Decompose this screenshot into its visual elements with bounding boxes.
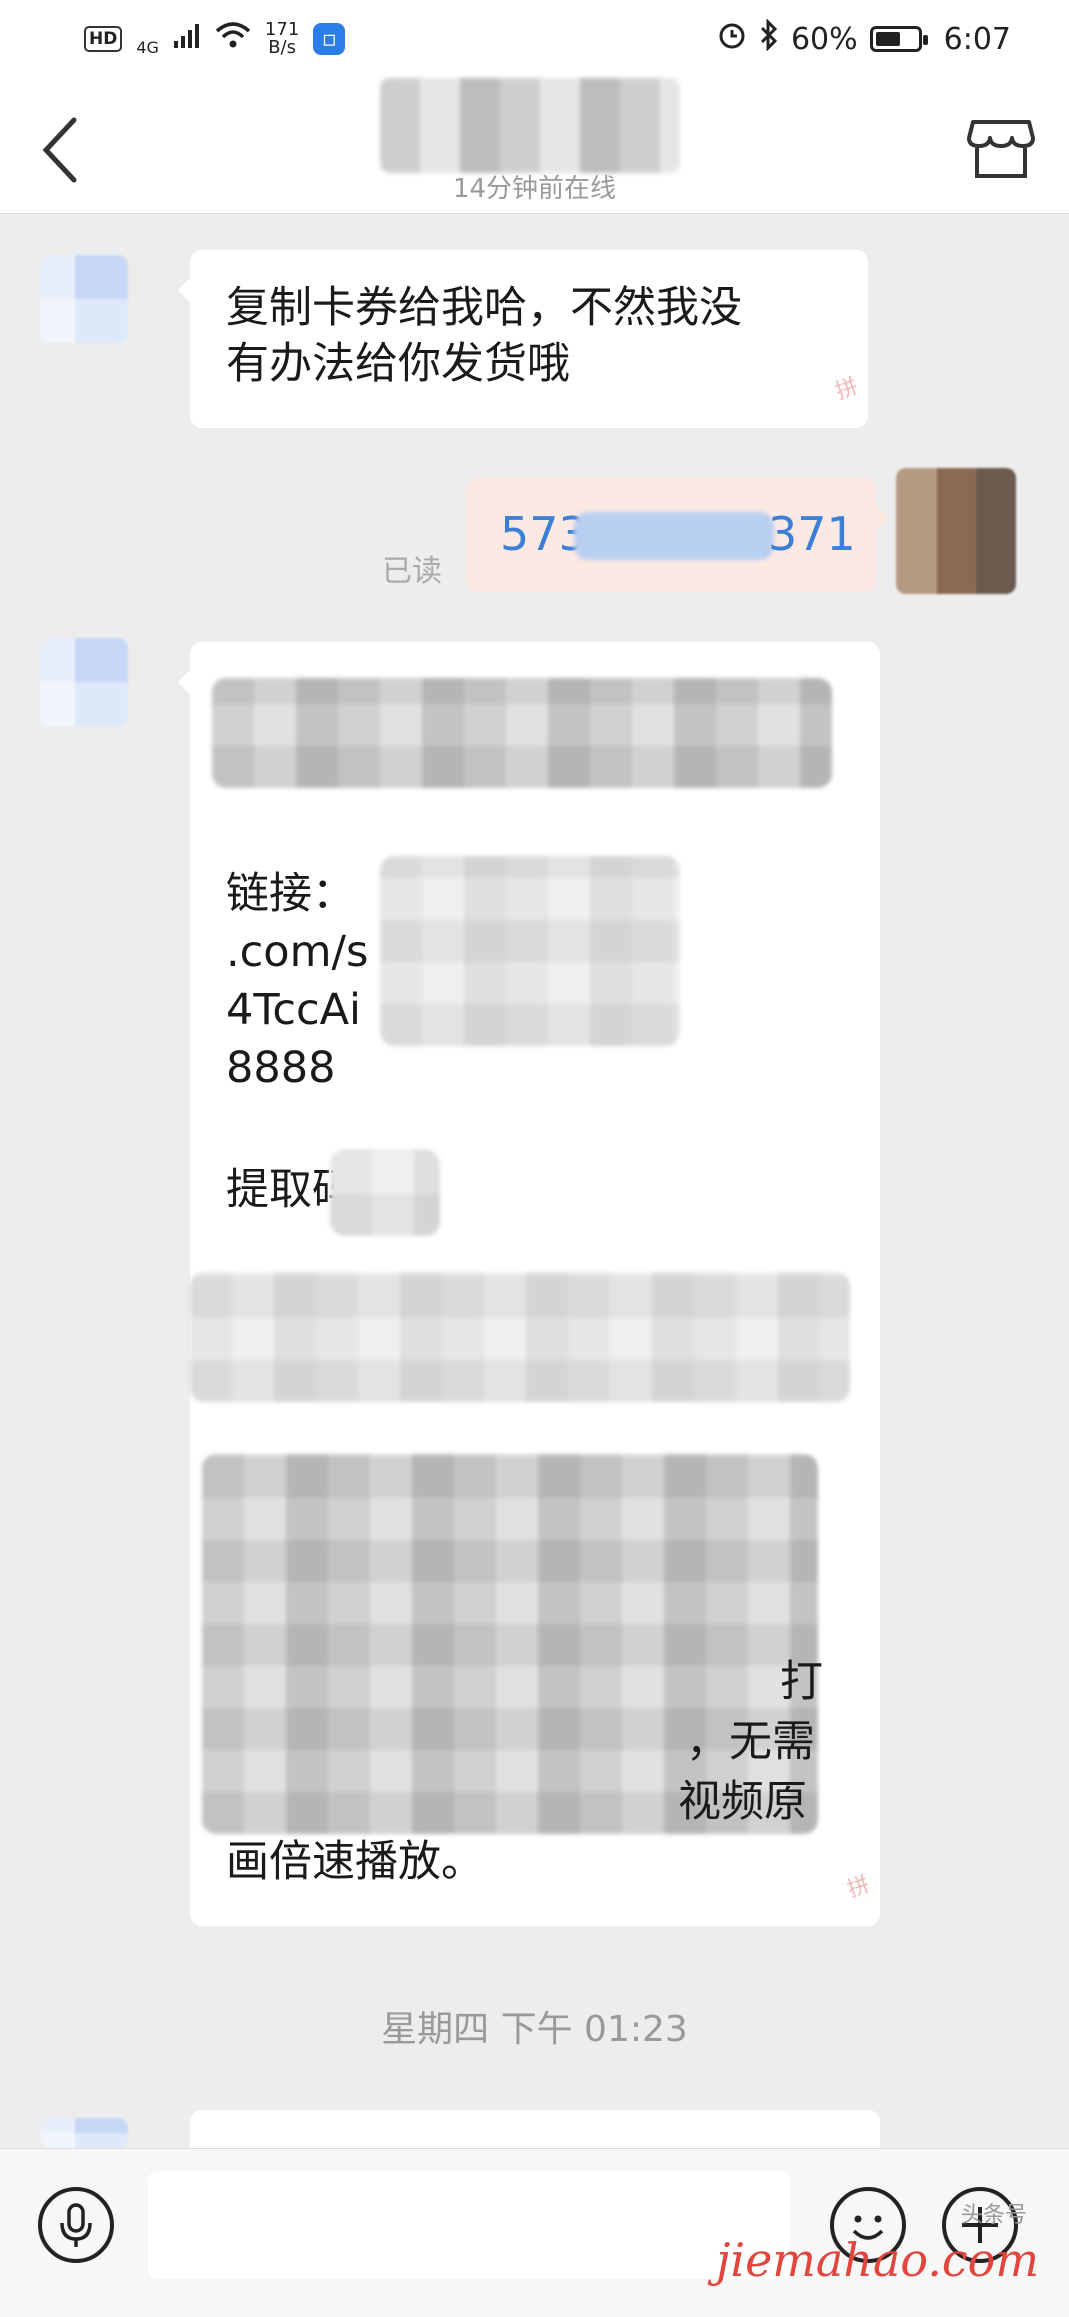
date-separator: 星期四 下午 01:23 — [381, 2009, 688, 2050]
watermark-small: 头条号 — [960, 2203, 1027, 2228]
online-status: 14分钟前在线 — [452, 174, 617, 204]
alarm-icon — [717, 20, 747, 58]
app-notification-icon: ▫ — [313, 23, 346, 55]
battery-icon — [869, 26, 928, 52]
message-fragment: 视频原 — [678, 1777, 807, 1827]
message-text-line: 画倍速播放。 — [226, 1837, 484, 1887]
message-text-line: 有办法给你发货哦 — [226, 339, 570, 389]
redacted-code — [574, 512, 774, 560]
signal-icon — [173, 22, 201, 57]
message-fragment: ，无需 — [686, 1717, 815, 1767]
shop-stamp: 拼 — [844, 1872, 874, 1904]
read-receipt: 已读 — [382, 554, 442, 589]
microphone-icon — [60, 2203, 92, 2247]
hd-icon: HD — [84, 26, 123, 52]
battery-fill — [875, 32, 900, 46]
link-label: 链接： — [226, 869, 355, 919]
message-bubble[interactable]: 链接： .com/s 4TccAi 8888 提取码 打 ，无需 视频原 画倍速… — [178, 642, 880, 1926]
chat-header: 14分钟前在线 — [0, 78, 1069, 214]
shop-button[interactable] — [965, 112, 1037, 184]
status-bar: HD 4G 171 B/s ▫ 60% 6:07 — [0, 0, 1069, 78]
wifi-icon — [215, 21, 251, 57]
message-text-line: 复制卡券给我哈，不然我没 — [226, 283, 742, 333]
voice-button[interactable] — [38, 2187, 114, 2263]
link-fragment[interactable]: .com/s — [226, 924, 368, 980]
contact-name-redacted — [380, 78, 680, 173]
clock: 6:07 — [943, 21, 1011, 57]
message-input[interactable] — [148, 2171, 790, 2279]
network-speed-unit: B/s — [268, 37, 296, 58]
redacted-text — [212, 678, 832, 788]
contact-avatar[interactable] — [40, 2118, 128, 2148]
contact-avatar[interactable] — [40, 255, 128, 343]
store-icon — [967, 120, 1035, 178]
message-bubble[interactable] — [190, 2110, 880, 2148]
redacted-link — [380, 856, 680, 1046]
link-fragment[interactable]: 8888 — [226, 1040, 335, 1096]
link-fragment[interactable]: 4TccAi — [226, 982, 361, 1038]
shop-stamp: 拼 — [832, 374, 862, 406]
bluetooth-icon — [759, 18, 779, 59]
watermark: jiemahao.com — [716, 2233, 1039, 2287]
message-bubble[interactable]: 复制卡券给我哈，不然我没 有办法给你发货哦 拼 — [178, 250, 868, 428]
my-avatar[interactable] — [896, 468, 1016, 594]
contact-avatar[interactable] — [40, 638, 128, 726]
redacted-text — [190, 1272, 850, 1402]
network-speed: 171 B/s — [265, 21, 299, 57]
message-fragment: 打 — [780, 1657, 823, 1707]
coupon-code-end[interactable]: 371 — [768, 506, 856, 562]
battery-percent: 60% — [790, 21, 858, 57]
redacted-code — [330, 1150, 440, 1236]
my-message-bubble[interactable]: 573 371 — [466, 478, 888, 592]
network-type: 4G — [136, 38, 159, 57]
input-bar: 头条号 jiemahao.com — [0, 2148, 1069, 2317]
